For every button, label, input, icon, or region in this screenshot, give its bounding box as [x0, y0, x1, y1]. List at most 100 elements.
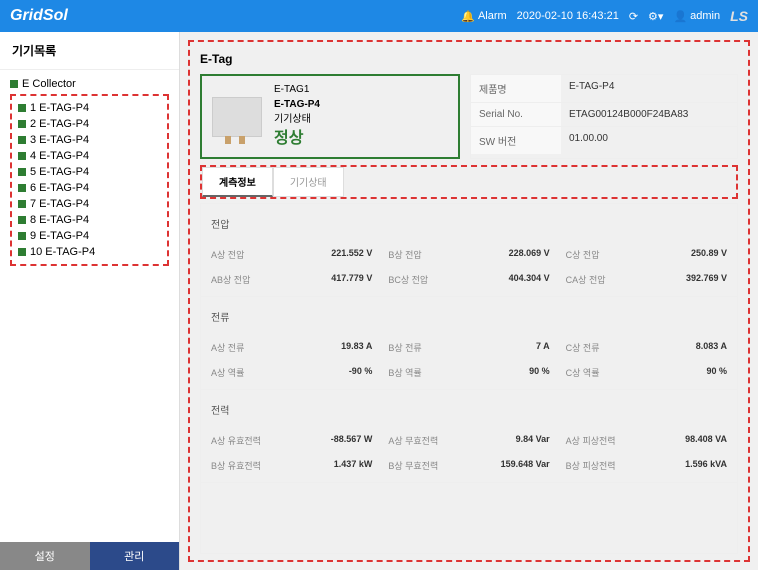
alarm-button[interactable]: 🔔 Alarm	[461, 10, 506, 23]
device-model: E-TAG-P4	[274, 97, 320, 112]
status-icon	[18, 104, 26, 112]
data-section-current: 전류A상 전류19.83 AB상 전류7 AC상 전류8.083 AA상 역률-…	[201, 297, 737, 390]
app-logo: GridSol	[10, 7, 68, 25]
data-label: C상 전류	[566, 341, 600, 354]
tree-item-label: 7 E-TAG-P4	[30, 198, 89, 210]
refresh-icon[interactable]: ⟳	[629, 10, 638, 23]
tree-item[interactable]: 2 E-TAG-P4	[18, 116, 161, 132]
panel-title: E-Tag	[200, 48, 738, 74]
data-label: B상 전류	[388, 341, 421, 354]
tree-item[interactable]: 9 E-TAG-P4	[18, 228, 161, 244]
meta-serial: ETAG00124B000F24BA83	[561, 103, 737, 126]
data-cell: A상 전류 19.83 A	[211, 337, 372, 358]
data-value: -88.567 W	[331, 434, 373, 447]
device-state: 정상	[274, 127, 320, 151]
user-menu[interactable]: 👤 admin	[673, 10, 720, 23]
datetime: 2020-02-10 16:43:21	[517, 10, 619, 22]
tab-settings[interactable]: 설정	[0, 542, 90, 570]
data-label: B상 무효전력	[388, 459, 438, 472]
header: GridSol 🔔 Alarm 2020-02-10 16:43:21 ⟳ ⚙▾…	[0, 0, 758, 32]
data-section-voltage: 전압 A상 전압221.552 V B상 전압 228.069 V C상 전압 250.8…	[201, 204, 737, 297]
data-value: 90 %	[706, 366, 727, 379]
device-summary: E-TAG1 E-TAG-P4 기기상태 정상	[200, 74, 460, 159]
data-cell: B상 전압 228.069 V	[388, 244, 549, 265]
data-value: 90 %	[529, 366, 550, 379]
meta-sw-label: SW 버전	[471, 127, 561, 154]
data-cell: A상 무효전력 9.84 Var	[388, 430, 549, 451]
meta-product: E-TAG-P4	[561, 75, 737, 102]
tree-item[interactable]: 7 E-TAG-P4	[18, 196, 161, 212]
tree-item-label: 2 E-TAG-P4	[30, 118, 89, 130]
data-label: AB상 전압	[211, 273, 250, 286]
meta-product-label: 제품명	[471, 75, 561, 102]
tree-item[interactable]: 8 E-TAG-P4	[18, 212, 161, 228]
tree-item-label: 10 E-TAG-P4	[30, 246, 95, 258]
tree-item-label: 4 E-TAG-P4	[30, 150, 89, 162]
status-icon	[18, 248, 26, 256]
gear-icon[interactable]: ⚙▾	[648, 10, 663, 23]
status-icon	[18, 216, 26, 224]
data-value: 1.596 kVA	[685, 459, 727, 472]
data-cell: B상 피상전력 1.596 kVA	[566, 455, 727, 476]
tab-measure[interactable]: 계측정보	[202, 167, 273, 197]
tab-manage[interactable]: 관리	[90, 542, 180, 570]
data-label: BC상 전압	[388, 273, 428, 286]
tree-item[interactable]: 5 E-TAG-P4	[18, 164, 161, 180]
status-icon	[18, 200, 26, 208]
tree-item[interactable]: 1 E-TAG-P4	[18, 100, 161, 116]
tree-item-label: 9 E-TAG-P4	[30, 230, 89, 242]
data-label: B상 역률	[388, 366, 421, 379]
data-value: 159.648 Var	[501, 459, 550, 472]
sidebar-title: 기기목록	[0, 32, 179, 70]
status-icon	[18, 136, 26, 144]
tab-status[interactable]: 기기상태	[273, 167, 344, 197]
device-tag: E-TAG1	[274, 82, 320, 97]
tree-item[interactable]: 10 E-TAG-P4	[18, 244, 161, 260]
tree-item[interactable]: 4 E-TAG-P4	[18, 148, 161, 164]
data-value: 9.84 Var	[516, 434, 550, 447]
data-label: A상 전압	[211, 248, 244, 261]
data-label: A상 전류	[211, 341, 244, 354]
user-icon: 👤	[673, 10, 687, 23]
data-cell: C상 전압 250.89 V	[566, 244, 727, 265]
section-title: 전압	[211, 210, 727, 238]
sidebar: 기기목록 E Collector 1 E-TAG-P4 2 E-TAG-P4 3 E…	[0, 32, 180, 570]
status-icon	[18, 232, 26, 240]
data-label: A상 피상전력	[566, 434, 616, 447]
data-label: B상 유효전력	[211, 459, 261, 472]
bell-icon: 🔔	[461, 10, 475, 23]
data-value: 417.779 V	[331, 273, 372, 286]
tree-item-label: 1 E-TAG-P4	[30, 102, 89, 114]
tree-root[interactable]: E Collector	[10, 78, 169, 90]
tree-item[interactable]: 3 E-TAG-P4	[18, 132, 161, 148]
tree-item-label: 6 E-TAG-P4	[30, 182, 89, 194]
data-label: CA상 전압	[566, 273, 606, 286]
data-cell: BC상 전압404.304 V	[388, 269, 549, 290]
device-state-label: 기기상태	[274, 112, 320, 127]
data-cell: A상 피상전력 98.408 VA	[566, 430, 727, 451]
tree-item-label: 5 E-TAG-P4	[30, 166, 89, 178]
tree-item[interactable]: 6 E-TAG-P4	[18, 180, 161, 196]
status-icon	[18, 152, 26, 160]
status-icon	[10, 80, 18, 88]
data-value: 250.89 V	[691, 248, 727, 261]
data-cell: CA상 전압392.769 V	[566, 269, 727, 290]
data-label: B상 전압	[388, 248, 421, 261]
data-label: A상 무효전력	[388, 434, 438, 447]
data-label: C상 전압	[566, 248, 600, 261]
data-section-power: 전력A상 유효전력-88.567 WA상 무효전력9.84 VarA상 피상전력…	[201, 390, 737, 483]
data-label: B상 피상전력	[566, 459, 616, 472]
data-cell: C상 역률90 %	[566, 362, 727, 383]
section-title: 전력	[211, 396, 727, 424]
meta-serial-label: Serial No.	[471, 103, 561, 126]
data-value: 98.408 VA	[685, 434, 727, 447]
data-cell: B상 유효전력1.437 kW	[211, 455, 372, 476]
meta-sw: 01.00.00	[561, 127, 737, 154]
data-cell: A상 전압221.552 V	[211, 244, 372, 265]
status-icon	[18, 120, 26, 128]
data-scroll[interactable]: 전압 A상 전압221.552 V B상 전압 228.069 V C상 전압 250.8…	[200, 203, 738, 554]
data-value: -90 %	[349, 366, 373, 379]
data-value: 228.069 V	[509, 248, 550, 261]
data-value: 19.83 A	[341, 341, 372, 354]
data-cell: B상 역률 90 %	[388, 362, 549, 383]
